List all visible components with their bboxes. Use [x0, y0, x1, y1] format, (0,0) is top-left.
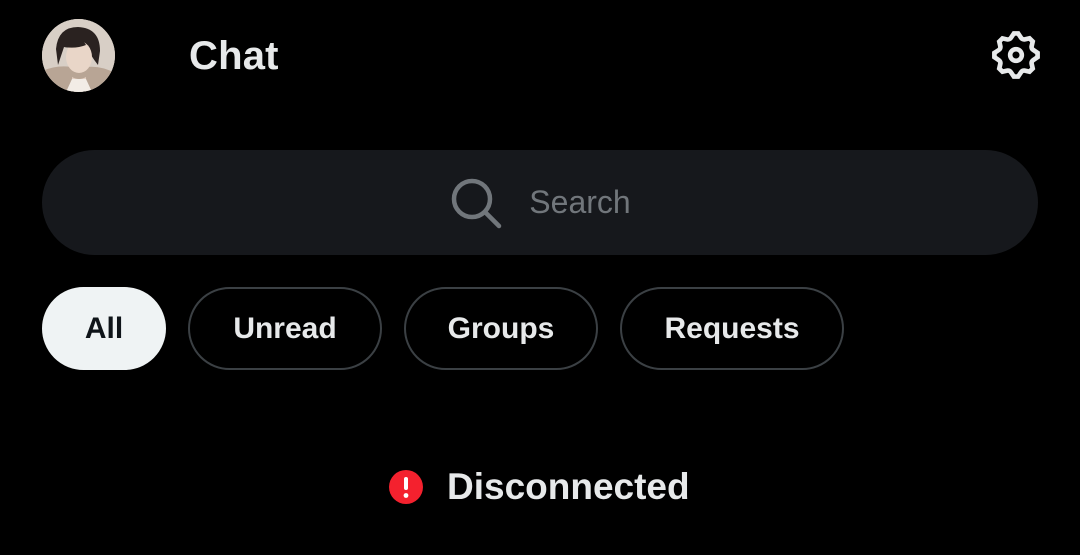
filter-chip-all[interactable]: All [42, 287, 166, 370]
alert-icon [389, 470, 423, 504]
filter-chip-unread[interactable]: Unread [188, 287, 382, 370]
filter-chips: All Unread Groups Requests [42, 287, 844, 370]
page-title: Chat [189, 34, 279, 78]
filter-chip-groups[interactable]: Groups [404, 287, 598, 370]
status-text: Disconnected [447, 466, 690, 507]
avatar-image [42, 19, 115, 92]
search-icon [452, 178, 502, 228]
search-bar[interactable]: Search [42, 150, 1038, 255]
avatar[interactable] [42, 19, 115, 92]
filter-chip-requests[interactable]: Requests [620, 287, 844, 370]
settings-button[interactable] [988, 27, 1044, 83]
chat-screen: Chat Search All Unread Groups Requests D… [0, 0, 1080, 555]
search-content: Search [449, 176, 631, 230]
search-input[interactable]: Search [529, 184, 630, 221]
gear-icon [992, 31, 1040, 79]
connection-status: Disconnected [389, 466, 690, 508]
